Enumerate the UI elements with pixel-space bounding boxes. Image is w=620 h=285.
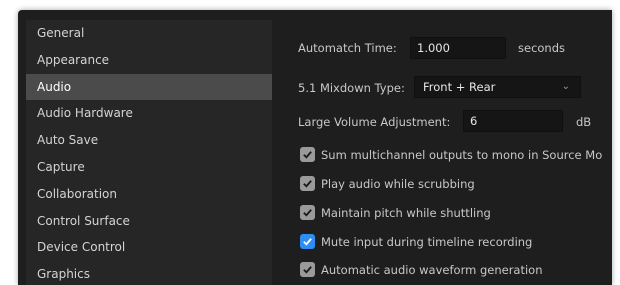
play-audio-scrubbing-label: Play audio while scrubbing	[321, 177, 475, 191]
sidebar-item-device-control[interactable]: Device Control	[26, 234, 272, 261]
play-audio-scrubbing-option[interactable]: Play audio while scrubbing	[300, 176, 600, 193]
volume-adjustment-input[interactable]	[463, 110, 563, 132]
maintain-pitch-option[interactable]: Maintain pitch while shuttling	[300, 205, 600, 222]
mixdown-type-row: 5.1 Mixdown Type: Front + Rear ⌄	[298, 76, 598, 100]
mixdown-type-value: Front + Rear	[423, 80, 496, 94]
sum-multichannel-option[interactable]: Sum multichannel outputs to mono in Sour…	[300, 147, 612, 164]
play-audio-scrubbing-checkbox[interactable]	[300, 176, 315, 191]
checkmark-icon	[303, 151, 312, 159]
sum-multichannel-checkbox[interactable]	[300, 147, 315, 162]
sidebar-item-appearance[interactable]: Appearance	[26, 47, 272, 74]
mixdown-type-select[interactable]: Front + Rear ⌄	[414, 76, 581, 98]
sidebar-item-general[interactable]: General	[26, 20, 272, 47]
automatch-time-label: Automatch Time:	[298, 41, 397, 55]
checkmark-icon	[303, 209, 312, 217]
automatch-time-row: Automatch Time: seconds	[298, 37, 598, 62]
sidebar-item-audio[interactable]: Audio	[26, 73, 272, 101]
sidebar-item-control-surface[interactable]: Control Surface	[26, 208, 272, 235]
sidebar-item-auto-save[interactable]: Auto Save	[26, 127, 272, 154]
volume-adjustment-row: Large Volume Adjustment: dB	[298, 110, 608, 134]
chevron-down-icon: ⌄	[561, 81, 570, 92]
maintain-pitch-label: Maintain pitch while shuttling	[321, 206, 491, 220]
sidebar-item-audio-hardware[interactable]: Audio Hardware	[26, 100, 272, 127]
checkmark-icon	[303, 238, 312, 246]
volume-adjustment-unit: dB	[576, 115, 592, 129]
waveform-generation-option[interactable]: Automatic audio waveform generation	[300, 262, 600, 279]
checkmark-icon	[303, 266, 312, 274]
checkmark-icon	[303, 180, 312, 188]
sidebar-item-collaboration[interactable]: Collaboration	[26, 181, 272, 208]
mute-input-checkbox[interactable]	[300, 234, 315, 249]
mute-input-label: Mute input during timeline recording	[321, 235, 533, 249]
preferences-category-list[interactable]: General Appearance Audio Audio Hardware …	[26, 20, 272, 285]
maintain-pitch-checkbox[interactable]	[300, 205, 315, 220]
sidebar-item-graphics[interactable]: Graphics	[26, 261, 272, 285]
sum-multichannel-label: Sum multichannel outputs to mono in Sour…	[321, 148, 603, 162]
mute-input-option[interactable]: Mute input during timeline recording	[300, 234, 600, 251]
waveform-generation-checkbox[interactable]	[300, 262, 315, 277]
waveform-generation-label: Automatic audio waveform generation	[321, 263, 543, 277]
sidebar-item-capture[interactable]: Capture	[26, 154, 272, 181]
audio-settings-panel: Automatch Time: seconds 5.1 Mixdown Type…	[290, 10, 612, 285]
preferences-dialog: General Appearance Audio Audio Hardware …	[18, 10, 612, 285]
mixdown-type-label: 5.1 Mixdown Type:	[298, 81, 405, 95]
automatch-time-unit: seconds	[518, 41, 566, 55]
automatch-time-input[interactable]	[410, 37, 506, 59]
volume-adjustment-label: Large Volume Adjustment:	[298, 115, 451, 129]
